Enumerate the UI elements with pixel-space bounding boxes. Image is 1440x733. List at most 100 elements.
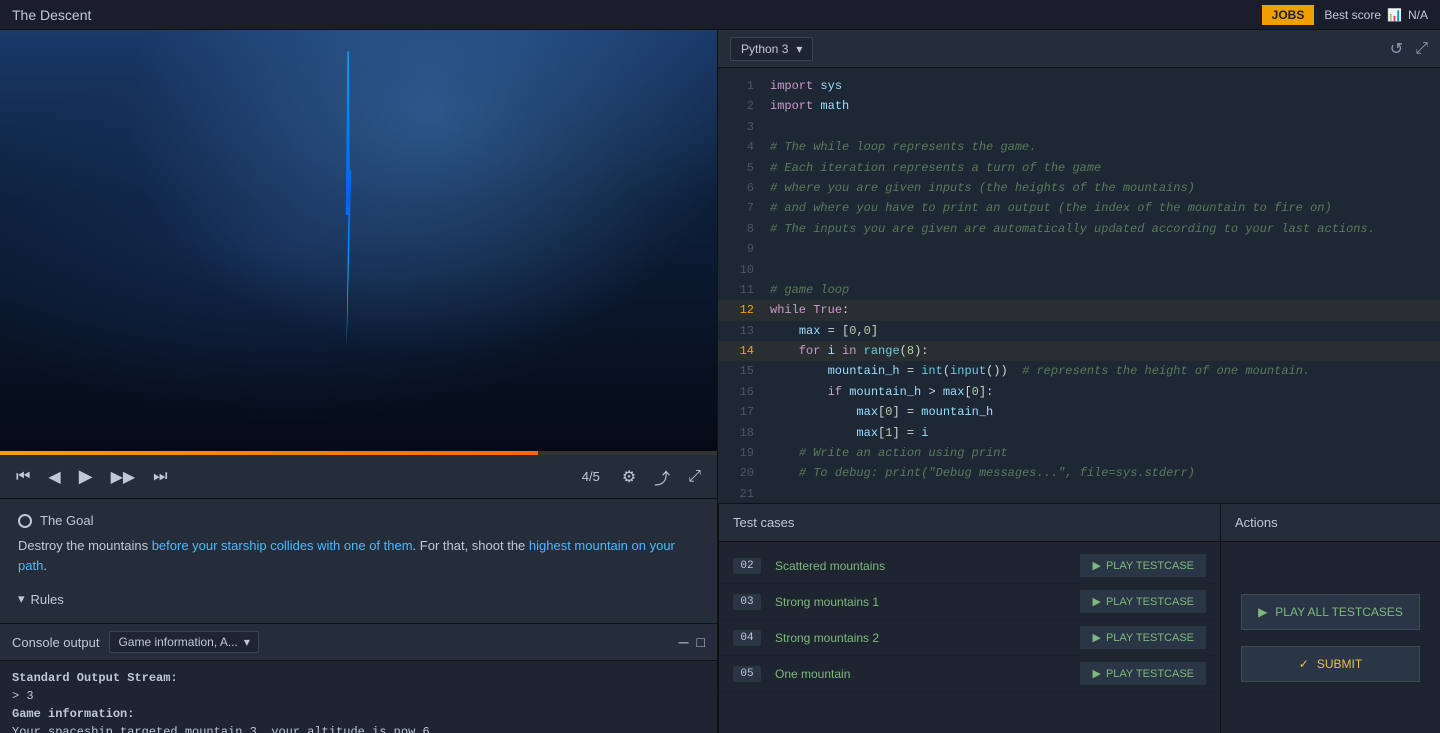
test-cases-panel: Test cases 02 Scattered mountains ▶ PLAY… [718,504,1220,733]
console-output: Standard Output Stream: > 3 Game informa… [0,661,717,733]
chevron-down-icon: ▾ [18,591,25,607]
line-number-8: 8 [726,219,754,239]
console-title: Console output [12,635,99,650]
console-label-stdout: Standard Output Stream: [12,671,178,685]
code-content-13: max = [0,0] [770,321,1432,341]
play-all-testcases-button[interactable]: ▶ PLAY ALL TESTCASES [1241,594,1420,630]
left-panel: ⏮ ◀ ▶ ▶▶ ⏭ 4/5 ⚙ ⤴ [0,30,718,733]
share-button[interactable]: ⤴ [650,463,674,491]
code-content-6: # where you are given inputs (the height… [770,178,1432,198]
goal-text-part2: . For that, shoot the [413,538,529,553]
line-number-14: 14 [726,341,754,361]
code-line-17: 17 max[0] = mountain_h [718,402,1440,422]
code-line-8: 8 # The inputs you are given are automat… [718,219,1440,239]
editor-refresh-button[interactable]: ↺ [1390,39,1403,59]
settings-button[interactable]: ⚙ [618,465,640,489]
video-area [0,30,717,455]
goal-highlight1: before your starship collides with one o… [152,538,413,553]
next-button[interactable]: ▶▶ [107,465,140,489]
actions-title: Actions [1235,515,1278,530]
line-number-20: 20 [726,463,754,483]
line-number-19: 19 [726,443,754,463]
code-area[interactable]: 1 import sys 2 import math 3 4 # The whi… [718,68,1440,503]
code-content-10 [770,260,1432,280]
console-footer-row: Standard Output Stream: > 3 Game informa… [0,661,717,733]
code-content-9 [770,239,1432,259]
console-line-1: Standard Output Stream: [12,669,705,687]
time-display: 4/5 [582,469,600,484]
expand-button[interactable]: ⤢ [684,466,705,488]
maximize-icon: □ [697,634,705,650]
test-num-04: 04 [733,630,761,646]
skip-fwd-button[interactable]: ⏭ [149,466,171,488]
test-name-02: Scattered mountains [775,559,1080,573]
editor-header: Python 3 ▾ ↺ ⤢ [718,30,1440,68]
line-number-4: 4 [726,137,754,157]
play-testcase-05-button[interactable]: ▶ PLAY TESTCASE [1080,662,1206,685]
console-line-2: > 3 [12,687,705,705]
prev-button[interactable]: ◀ [44,465,64,489]
code-content-1: import sys [770,76,1432,96]
lang-chevron-icon: ▾ [796,42,802,56]
score-icon: 📊 [1387,8,1402,22]
code-line-20: 20 # To debug: print("Debug messages..."… [718,463,1440,483]
code-content-18: max[1] = i [770,423,1432,443]
test-num-05: 05 [733,666,761,682]
language-selector[interactable]: Python 3 ▾ [730,37,813,61]
right-column: Python 3 ▾ ↺ ⤢ 1 import sys 2 import mat… [718,30,1440,733]
code-content-15: mountain_h = int(input()) # represents t… [770,361,1432,381]
actions-header: Actions [1221,504,1440,542]
header-right: JOBS Best score 📊 N/A [1262,5,1428,25]
rules-toggle[interactable]: ▾ Rules [18,585,699,613]
next-icon: ▶▶ [111,467,136,487]
skip-back-button[interactable]: ⏮ [12,466,34,488]
test-cases-title: Test cases [733,515,794,530]
app-title: The Descent [12,7,91,23]
line-number-1: 1 [726,76,754,96]
share-icon: ⤴ [654,465,670,489]
play-icon-05: ▶ [1092,667,1100,680]
expand-icon: ⤢ [688,468,701,486]
code-content-3 [770,117,1432,137]
minimize-icon: ─ [679,634,689,650]
play-testcase-03-label: PLAY TESTCASE [1106,596,1194,608]
code-line-15: 15 mountain_h = int(input()) # represent… [718,361,1440,381]
test-item-03: 03 Strong mountains 1 ▶ PLAY TESTCASE [719,584,1220,620]
submit-button[interactable]: ✓ SUBMIT [1241,646,1420,682]
console-dropdown[interactable]: Game information, A... ▾ [109,631,258,653]
code-content-2: import math [770,96,1432,116]
goal-text-part1: Destroy the mountains [18,538,152,553]
play-testcase-04-button[interactable]: ▶ PLAY TESTCASE [1080,626,1206,649]
video-progress-fill [0,451,538,455]
play-button[interactable]: ▶ [75,464,97,489]
line-number-11: 11 [726,280,754,300]
play-icon-02: ▶ [1092,559,1100,572]
test-item-05: 05 One mountain ▶ PLAY TESTCASE [719,656,1220,692]
code-line-18: 18 max[1] = i [718,423,1440,443]
play-testcase-04-label: PLAY TESTCASE [1106,632,1194,644]
code-line-19: 19 # Write an action using print [718,443,1440,463]
play-testcase-02-button[interactable]: ▶ PLAY TESTCASE [1080,554,1206,577]
console-header: Console output Game information, A... ▾ … [0,623,717,661]
code-line-11: 11 # game loop [718,280,1440,300]
test-item-04: 04 Strong mountains 2 ▶ PLAY TESTCASE [719,620,1220,656]
check-icon: ✓ [1299,657,1309,671]
right-bottom: Test cases 02 Scattered mountains ▶ PLAY… [718,503,1440,733]
jobs-button[interactable]: JOBS [1262,5,1315,25]
video-progress-bar[interactable] [0,451,717,455]
line-number-3: 3 [726,117,754,137]
play-all-icon: ▶ [1258,605,1267,619]
line-number-13: 13 [726,321,754,341]
test-cases-list: 02 Scattered mountains ▶ PLAY TESTCASE 0… [719,542,1220,733]
skip-back-icon: ⏮ [16,468,30,486]
editor-fullscreen-button[interactable]: ⤢ [1415,39,1428,59]
play-testcase-03-button[interactable]: ▶ PLAY TESTCASE [1080,590,1206,613]
console-maximize-button[interactable]: □ [697,634,705,650]
test-cases-header: Test cases [719,504,1220,542]
code-content-8: # The inputs you are given are automatic… [770,219,1432,239]
test-name-05: One mountain [775,667,1080,681]
language-label: Python 3 [741,42,788,56]
video-controls: ⏮ ◀ ▶ ▶▶ ⏭ 4/5 ⚙ ⤴ [0,455,717,499]
console-minimize-button[interactable]: ─ [679,634,689,650]
test-name-04: Strong mountains 2 [775,631,1080,645]
